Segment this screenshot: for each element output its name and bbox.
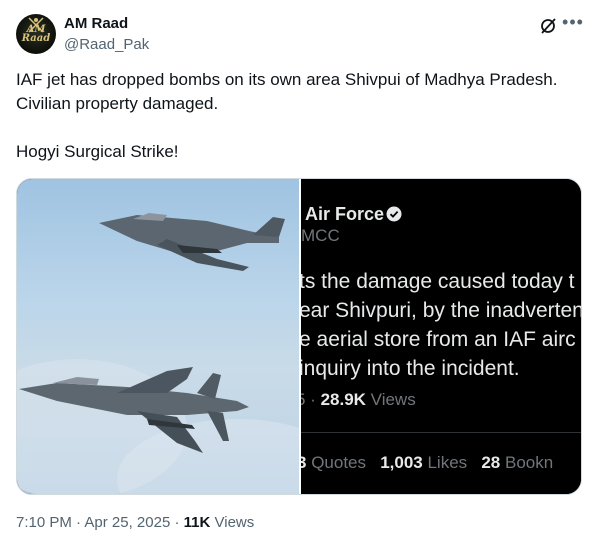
screenshot-line-1: ts the damage caused today t	[301, 270, 575, 293]
author-name[interactable]: AM Raad	[64, 15, 128, 32]
author-handle[interactable]: @Raad_Pak	[64, 36, 149, 53]
more-options-icon[interactable]: •••	[562, 13, 584, 36]
screenshot-views-row: 5 · 28.9K Views	[301, 390, 416, 409]
tweet-metadata: 7:10 PM · Apr 25, 2025 · 11K Views	[16, 514, 255, 531]
screenshot-line-2: ear Shivpuri, by the inadverten	[301, 299, 582, 322]
media-grid[interactable]: Air Force MCC ts the damage caused today…	[16, 178, 582, 495]
fighter-jets-photo[interactable]	[17, 179, 299, 494]
avatar[interactable]: AM Raad	[16, 14, 56, 54]
tweet-text: IAF jet has dropped bombs on its own are…	[16, 70, 558, 161]
verified-badge-icon	[386, 206, 402, 222]
screenshot-line-4: inquiry into the incident.	[301, 357, 520, 380]
tweet-screenshot-image[interactable]: Air Force MCC ts the damage caused today…	[301, 179, 582, 494]
screenshot-account-name: Air Force	[305, 204, 385, 224]
tweet-header: AM Raad AM Raad @Raad_Pak •••	[16, 12, 584, 56]
views-label: Views	[214, 514, 255, 531]
grok-icon[interactable]	[538, 16, 558, 36]
screenshot-line-3: e aerial store from an IAF airc	[301, 328, 576, 351]
screenshot-body-text: ts the damage caused today t ear Shivpur…	[301, 267, 582, 383]
screenshot-account-handle: MCC	[301, 226, 340, 245]
views-count: 11K	[183, 514, 211, 531]
screenshot-divider	[301, 432, 581, 433]
tweet-date[interactable]: Apr 25, 2025	[84, 514, 170, 531]
screenshot-stats-row: 3 Quotes 1,003 Likes 28 Bookn	[301, 453, 554, 472]
avatar-logo-text: AM Raad	[21, 24, 51, 44]
tweet-time[interactable]: 7:10 PM	[16, 514, 72, 531]
